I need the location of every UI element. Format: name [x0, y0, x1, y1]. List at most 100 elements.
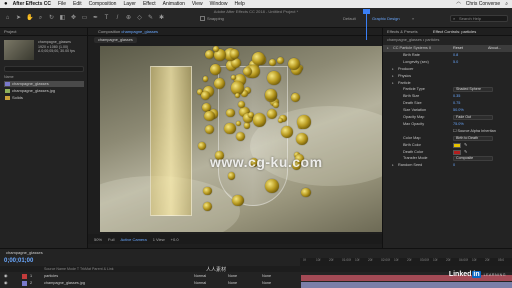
project-item-comp[interactable]: champagne_glasses: [4, 81, 84, 87]
visibility-eye-icon[interactable]: ◉: [4, 280, 7, 287]
twirl-arrow-icon[interactable]: ▸: [387, 45, 389, 52]
menu-edit[interactable]: Edit: [73, 1, 82, 7]
composition-viewer[interactable]: www.cg-ku.com: [100, 46, 382, 232]
wifi-icon[interactable]: ◠: [456, 1, 460, 7]
effect-property-dropdown[interactable]: Shaded Sphere: [453, 87, 493, 93]
effect-property-row[interactable]: Longevity (sec) 5.0: [383, 59, 512, 66]
project-search-input[interactable]: [4, 66, 84, 72]
workspace-graphic-design[interactable]: Graphic Design: [372, 16, 400, 21]
effect-property-value[interactable]: 75.0%: [453, 121, 464, 128]
app-menu[interactable]: After Effects CC: [13, 1, 51, 7]
effect-property-row[interactable]: ▸ Particle: [383, 80, 512, 87]
layer-parent[interactable]: None: [262, 273, 271, 280]
brush-tool-icon[interactable]: /: [114, 15, 121, 22]
menu-help[interactable]: Help: [234, 1, 244, 7]
pen-tool-icon[interactable]: ✒: [92, 15, 99, 22]
search-spotlight-icon[interactable]: ⌕: [505, 1, 508, 7]
effect-property-row[interactable]: Opacity Map Fade Out: [383, 114, 512, 121]
workspace-default[interactable]: Default: [343, 16, 356, 21]
twirl-arrow-icon[interactable]: ▸: [392, 66, 394, 73]
composition-tab[interactable]: Composition champagne_glasses: [88, 28, 382, 36]
menu-file[interactable]: File: [58, 1, 66, 7]
menu-view[interactable]: View: [192, 1, 203, 7]
effect-property-row[interactable]: Color Map Birth to Death: [383, 135, 512, 142]
effect-property-value[interactable]: 0.8: [453, 52, 458, 59]
rectangle-tool-icon[interactable]: ▭: [81, 15, 88, 22]
tab-effect-controls[interactable]: Effect Controls: particles: [433, 28, 476, 36]
effect-property-row[interactable]: Death Color ✎: [383, 149, 512, 156]
project-tab[interactable]: Project: [0, 28, 87, 36]
layer-track-matte[interactable]: None: [228, 280, 237, 287]
effect-property-dropdown[interactable]: Birth to Death: [453, 135, 493, 141]
eyedropper-icon[interactable]: ✎: [464, 142, 467, 149]
menu-window[interactable]: Window: [210, 1, 228, 7]
rotate-tool-icon[interactable]: ↻: [48, 15, 55, 22]
effect-property-row[interactable]: ☐ Source Alpha Inheritan: [383, 128, 512, 135]
snapping-toggle[interactable]: Snapping: [200, 16, 224, 21]
tab-effects-presets[interactable]: Effects & Presets: [387, 28, 418, 36]
exposure-value[interactable]: +0.0: [171, 237, 179, 242]
project-item-jpg[interactable]: champagne_glasses.jpg: [4, 88, 84, 94]
effect-property-row[interactable]: ▸ Producer: [383, 66, 512, 73]
effect-property-value[interactable]: 0.75: [453, 100, 460, 107]
twirl-arrow-icon[interactable]: ▸: [392, 80, 394, 87]
effect-property-value[interactable]: 0: [453, 162, 455, 169]
project-item-solids[interactable]: Solids: [4, 95, 84, 101]
search-help-field[interactable]: ⌕ Search Help: [450, 15, 508, 22]
twirl-arrow-icon[interactable]: ▸: [392, 162, 394, 169]
layer-name[interactable]: champagne_glasses.jpg: [44, 280, 85, 287]
views-dropdown[interactable]: 1 View: [153, 237, 165, 242]
menu-layer[interactable]: Layer: [123, 1, 136, 7]
layer-track-matte[interactable]: None: [228, 273, 237, 280]
layer-name[interactable]: particles: [44, 273, 58, 280]
menu-effect[interactable]: Effect: [143, 1, 156, 7]
timeline-layer-row[interactable]: ◉ 2 champagne_glasses.jpg Normal None None: [0, 280, 300, 287]
apple-icon[interactable]: ●: [4, 1, 8, 7]
layer-parent[interactable]: None: [262, 280, 271, 287]
puppet-tool-icon[interactable]: ✱: [158, 15, 165, 22]
resolution-dropdown[interactable]: Full: [108, 237, 114, 242]
layer-blend-mode[interactable]: Normal: [194, 273, 206, 280]
clone-tool-icon[interactable]: ⊕: [125, 15, 132, 22]
timeline-tab[interactable]: champagne_glasses: [0, 249, 43, 256]
color-swatch[interactable]: [453, 142, 461, 148]
effect-property-value[interactable]: ☐ Source Alpha Inheritan: [453, 128, 496, 135]
eraser-tool-icon[interactable]: ◇: [136, 15, 143, 22]
effect-property-dropdown[interactable]: Composite: [453, 156, 493, 162]
roto-tool-icon[interactable]: ✎: [147, 15, 154, 22]
effect-property-row[interactable]: Transfer Mode Composite: [383, 155, 512, 162]
camera-tool-icon[interactable]: ◧: [59, 15, 66, 22]
layer-color-label[interactable]: [22, 274, 27, 279]
effect-property-value[interactable]: 5.0: [453, 59, 458, 66]
menu-animation[interactable]: Animation: [163, 1, 185, 7]
type-tool-icon[interactable]: T: [103, 15, 110, 22]
pan-behind-tool-icon[interactable]: ✥: [70, 15, 77, 22]
layer-blend-mode[interactable]: Normal: [194, 280, 206, 287]
eyedropper-icon[interactable]: ✎: [464, 149, 467, 156]
hand-tool-icon[interactable]: ✋: [26, 15, 33, 22]
effect-property-row[interactable]: Particle Type Shaded Sphere: [383, 86, 512, 93]
playhead-line[interactable]: [366, 9, 367, 40]
camera-dropdown[interactable]: Active Camera: [120, 237, 146, 242]
zoom-tool-icon[interactable]: ⌕: [37, 15, 44, 22]
effect-property-row[interactable]: Size Variation 50.0%: [383, 107, 512, 114]
snapping-checkbox[interactable]: [200, 16, 205, 21]
timeline-layer-row[interactable]: ◉ 1 particles Normal None None: [0, 273, 300, 280]
effect-property-row[interactable]: ▸ CC Particle Systems II Reset About...: [383, 45, 512, 52]
breadcrumb[interactable]: champagne_glasses: [94, 37, 137, 43]
effect-property-row[interactable]: Death Size 0.75: [383, 100, 512, 107]
user-name[interactable]: Chris Converse: [466, 1, 500, 7]
effect-property-row[interactable]: ▸ Random Seed 0: [383, 162, 512, 169]
effect-property-value[interactable]: 0.35: [453, 93, 460, 100]
effect-property-value[interactable]: Reset: [453, 45, 463, 52]
effect-property-row[interactable]: Birth Size 0.35: [383, 93, 512, 100]
effect-property-row[interactable]: Birth Rate 0.8: [383, 52, 512, 59]
effect-property-dropdown[interactable]: Fade Out: [453, 115, 493, 120]
time-ruler[interactable]: 0f 10f 20f 01:00f 10f 20f 02:00f 10f 20f 03:00f 10…: [300, 258, 512, 266]
current-timecode[interactable]: 0;00;01;00: [4, 258, 33, 264]
visibility-eye-icon[interactable]: ◉: [4, 273, 7, 280]
layer-bar-background[interactable]: [301, 282, 512, 288]
workspace-more[interactable]: »: [412, 16, 414, 21]
selection-tool-icon[interactable]: ➤: [15, 15, 22, 22]
effect-property-row[interactable]: Max Opacity 75.0%: [383, 121, 512, 128]
